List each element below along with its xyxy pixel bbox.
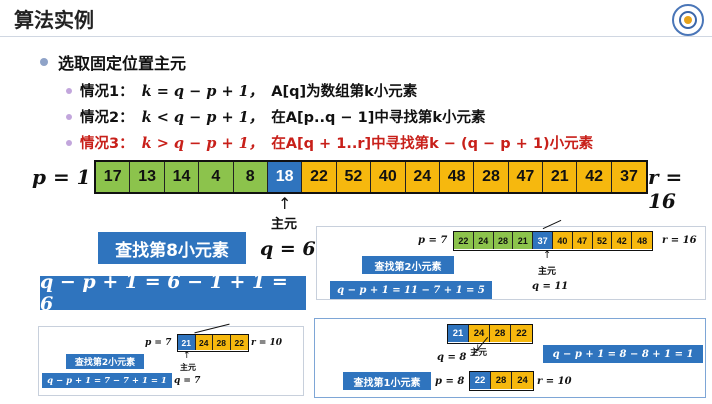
step2-equation: q − p + 1 = 11 − 7 + 1 = 5 [330,281,492,299]
array-cell: 47 [508,162,544,192]
bullet-dot-icon [66,113,72,120]
case-2: 情况2： k < q − p + 1， 在A[p..q − 1]中寻找第k小元素 [66,106,485,127]
main-pivot-label: 主元 [271,217,298,232]
array-cell: 48 [632,232,652,249]
case-formula: k > q − p + 1， [141,135,264,152]
array-cell: 24 [512,372,533,389]
step2-pivot-label: 主元 [538,267,557,277]
array-cell: 21 [543,162,578,192]
array-cell: 47 [572,232,593,249]
array-cell: 22 [302,162,337,192]
array-cell: 37 [533,232,553,249]
step3-array: 21 24 28 22 [177,334,249,352]
array-cell: 22 [454,232,474,249]
case-desc: 在A[p..q − 1]中寻找第k小元素 [271,110,486,126]
case-formula: k = q − p + 1， [141,83,264,100]
array-cell: 22 [470,372,491,389]
main-equation: q − p + 1 = 6 − 1 + 1 = 6 [40,271,306,315]
step2-r-label: r = 16 [662,235,697,246]
array-cell: 22 [230,335,248,350]
step4-equation: q − p + 1 = 8 − 8 + 1 = 1 [543,345,703,363]
case-desc: A[q]为数组第k小元素 [271,84,418,100]
main-bullet: 选取固定位置主元 [40,50,186,74]
step2-array: 22 24 28 21 37 40 47 52 42 48 [453,231,653,251]
case-label: 情况3： [80,136,134,152]
case-label: 情况1： [80,84,134,100]
array-cell: 40 [371,162,406,192]
step3-r-label: r = 10 [251,338,283,348]
array-cell: 42 [577,162,612,192]
array-cell: 22 [511,325,532,342]
step4-array: 22 28 24 [469,371,534,391]
case-label: 情况2： [80,110,134,126]
array-cell: 17 [96,162,131,192]
slide-title: 算法实例 [14,8,94,32]
array-cell: 21 [178,335,196,350]
main-q-label: q = 6 [260,238,316,260]
step3-pivot-label: 主元 [180,363,196,372]
title-divider [0,36,712,37]
bullet-dot-icon [40,58,48,66]
array-cell: 14 [164,162,200,192]
main-bullet-text: 选取固定位置主元 [58,54,187,73]
step3-equation: q − p + 1 = 7 − 7 + 1 = 1 [42,373,172,388]
array-cell: 24 [405,162,440,192]
case-1: 情况1： k = q − p + 1， A[q]为数组第k小元素 [66,80,417,101]
array-cell: 28 [490,325,511,342]
step4-top-array: 21 24 28 22 [447,324,533,344]
step4-p-label: p = 8 [435,376,465,387]
array-cell: 48 [439,162,475,192]
step4-q-label: q = 8 [437,352,467,363]
case-formula: k < q − p + 1， [141,109,264,126]
step4-r-label: r = 10 [537,376,572,387]
main-r-label: r = 16 [648,165,683,213]
main-find-label: 查找第8小元素 [98,232,246,264]
step2-find-label: 查找第2小元素 [362,256,454,274]
array-cell: 28 [474,162,509,192]
step4-pivot-label: 主元 [470,348,488,358]
case-3: 情况3： k > q − p + 1， 在A[q + 1..r]中寻找第k − … [66,132,593,153]
array-cell: 21 [513,232,534,249]
array-cell: 24 [469,325,490,342]
array-cell: 52 [336,162,372,192]
array-cell: 52 [592,232,613,249]
main-pivot-arrow-icon: ↑ [278,194,292,213]
array-cell: 13 [130,162,165,192]
array-cell: 8 [233,162,268,192]
array-cell: 21 [448,325,469,342]
step2-p-label: p = 7 [418,235,448,246]
step3-find-label: 查找第2小元素 [66,354,144,369]
step3-pivot-arrow-icon: ↑ [183,351,191,361]
array-cell: 18 [267,162,303,192]
bullet-dot-icon [66,139,72,146]
array-cell: 28 [213,335,231,350]
case-desc: 在A[q + 1..r]中寻找第k − (q − p + 1)小元素 [271,136,594,152]
array-cell: 40 [552,232,573,249]
array-cell: 4 [199,162,234,192]
main-p-label: p = 1 [32,165,91,189]
step3-p-label: p = 7 [145,338,172,348]
array-cell: 42 [612,232,633,249]
step3-q-label: q = 7 [174,376,201,386]
array-cell: 37 [611,162,647,192]
main-array: 17 13 14 4 8 18 22 52 40 24 48 28 47 21 42 37 [94,160,649,194]
step4-find-label: 查找第1小元素 [343,372,431,390]
array-cell: 24 [195,335,213,350]
array-cell: 28 [491,372,512,389]
array-cell: 24 [473,232,494,249]
step2-q-label: q = 11 [532,281,569,292]
university-logo-icon [672,4,704,36]
bullet-dot-icon [66,87,72,94]
step2-pivot-arrow-icon: ↑ [543,250,552,261]
array-cell: 28 [493,232,514,249]
